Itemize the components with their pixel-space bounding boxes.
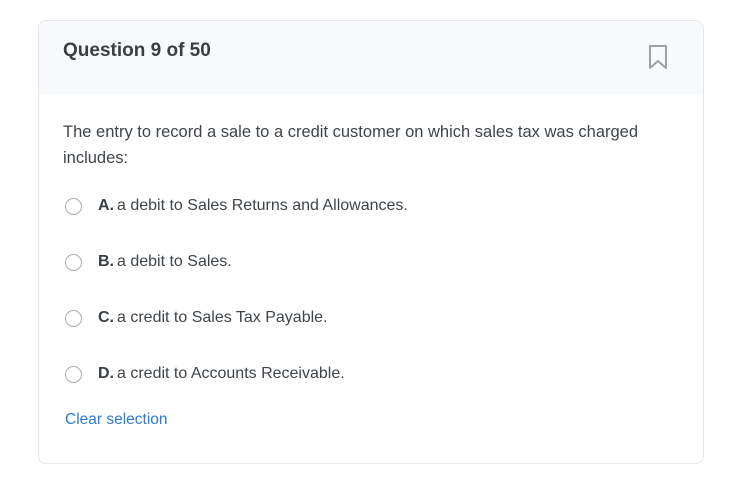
radio-button[interactable] xyxy=(65,197,82,215)
option-c[interactable]: C. a credit to Sales Tax Payable. xyxy=(65,306,328,330)
option-letter: D. xyxy=(98,365,114,382)
bookmark-icon[interactable] xyxy=(647,44,669,70)
question-card: Question 9 of 50 The entry to record a s… xyxy=(38,20,704,464)
option-b[interactable]: B. a debit to Sales. xyxy=(65,250,232,274)
question-header: Question 9 of 50 xyxy=(39,21,703,94)
question-text: The entry to record a sale to a credit c… xyxy=(63,123,639,167)
option-text: a credit to Sales Tax Payable. xyxy=(117,309,328,326)
option-letter: A. xyxy=(98,197,114,214)
option-text: a credit to Accounts Receivable. xyxy=(117,365,345,382)
radio-button[interactable] xyxy=(65,365,82,383)
radio-button[interactable] xyxy=(65,309,82,327)
option-text: a debit to Sales Returns and Allowances. xyxy=(117,197,408,214)
radio-button[interactable] xyxy=(65,253,82,271)
question-title: Question 9 of 50 xyxy=(63,40,211,61)
option-d[interactable]: D. a credit to Accounts Receivable. xyxy=(65,362,345,386)
option-a[interactable]: A. a debit to Sales Returns and Allowanc… xyxy=(65,194,408,218)
clear-selection-link[interactable]: Clear selection xyxy=(65,411,168,429)
option-text: a debit to Sales. xyxy=(117,253,232,270)
option-letter: B. xyxy=(98,253,114,270)
option-letter: C. xyxy=(98,309,114,326)
